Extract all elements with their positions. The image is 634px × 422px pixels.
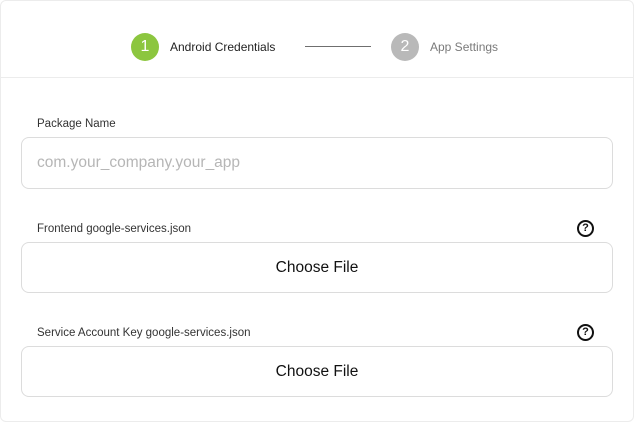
- help-glyph: ?: [582, 222, 589, 234]
- step-number: 2: [400, 38, 410, 55]
- help-glyph: ?: [582, 326, 589, 338]
- step-android-credentials[interactable]: 1 Android Credentials: [131, 33, 275, 61]
- step-label: Android Credentials: [170, 40, 276, 54]
- choose-file-label: Choose File: [275, 258, 359, 276]
- choose-file-label: Choose File: [275, 362, 359, 380]
- package-name-label: Package Name: [37, 118, 116, 130]
- frontend-choose-file-button[interactable]: Choose File: [21, 242, 613, 293]
- step-number-badge: 1: [131, 33, 159, 61]
- step-app-settings[interactable]: 2 App Settings: [391, 33, 498, 61]
- step-label: App Settings: [430, 40, 499, 54]
- android-credentials-panel: 1 Android Credentials 2 App Settings Pac…: [0, 0, 634, 422]
- step-number-badge: 2: [391, 33, 419, 61]
- question-circle-icon[interactable]: ?: [577, 324, 594, 341]
- step-connector: [305, 46, 371, 47]
- package-name-input[interactable]: [21, 137, 613, 189]
- service-account-choose-file-button[interactable]: Choose File: [21, 346, 613, 397]
- service-account-file-label: Service Account Key google-services.json: [37, 327, 251, 339]
- step-number: 1: [140, 38, 150, 55]
- question-circle-icon[interactable]: ?: [577, 220, 594, 237]
- stepper: 1 Android Credentials 2 App Settings: [1, 1, 633, 78]
- frontend-file-label: Frontend google-services.json: [37, 223, 192, 235]
